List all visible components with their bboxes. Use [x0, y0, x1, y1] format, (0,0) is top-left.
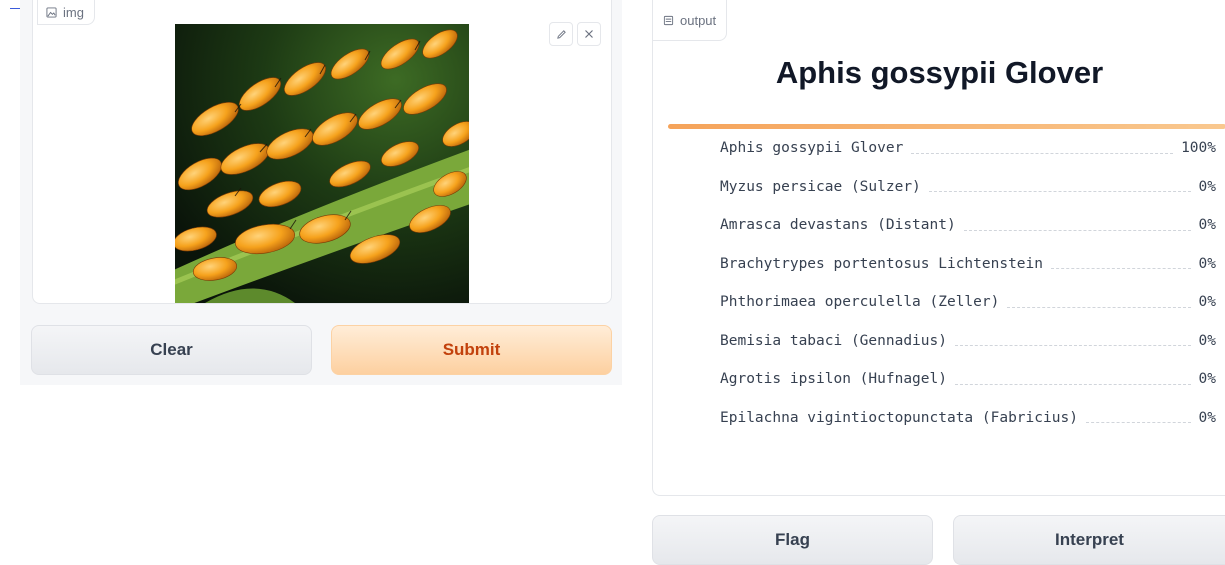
dotted-leader: [911, 152, 1174, 154]
prediction-name: Agrotis ipsilon (Hufnagel): [720, 371, 947, 388]
prediction-row: Myzus persicae (Sulzer) 0%: [668, 168, 1225, 207]
output-label: output: [653, 0, 728, 41]
prediction-name: Aphis gossypii Glover: [720, 140, 904, 157]
output-icon: [663, 15, 674, 25]
dotted-leader: [928, 191, 1191, 193]
dotted-leader: [1051, 268, 1191, 270]
prediction-percent: 0%: [1198, 217, 1216, 234]
prediction-list: Aphis gossypii Glover 100% Myzus persica…: [668, 124, 1225, 437]
prediction-name: Bemisia tabaci (Gennadius): [720, 332, 947, 349]
close-icon: [585, 30, 593, 38]
top-prediction-label: Aphis gossypii Glover: [775, 55, 1104, 90]
pencil-icon: [556, 29, 566, 39]
image-input-label: img: [37, 0, 95, 25]
dotted-leader: [954, 345, 1191, 347]
prediction-row: Epilachna vigintioctopunctata (Fabricius…: [668, 399, 1225, 438]
dotted-leader: [954, 383, 1191, 385]
image-input-label-text: img: [63, 4, 84, 20]
output-panel: output Aphis gossypii Glover Aphis gossy…: [652, 0, 1225, 496]
uploaded-image: [175, 24, 469, 303]
prediction-percent: 100%: [1181, 140, 1216, 157]
aphid-photo-illustration: [175, 24, 469, 303]
prediction-percent: 0%: [1198, 409, 1216, 426]
dotted-leader: [1085, 422, 1191, 424]
image-icon: [46, 6, 57, 18]
prediction-percent: 0%: [1198, 178, 1216, 195]
edit-image-button[interactable]: [549, 22, 573, 46]
prediction-name: Brachytrypes portentosus Lichtenstein: [720, 255, 1044, 272]
prediction-row: Amrasca devastans (Distant) 0%: [668, 206, 1225, 245]
dotted-leader: [963, 229, 1191, 231]
prediction-row: Bemisia tabaci (Gennadius) 0%: [668, 322, 1225, 361]
clear-button[interactable]: Clear: [31, 325, 312, 375]
dotted-leader: [1007, 306, 1191, 308]
prediction-percent: 0%: [1198, 294, 1216, 311]
output-label-text: output: [680, 12, 717, 28]
prediction-row: Brachytrypes portentosus Lichtenstein 0%: [668, 245, 1225, 284]
prediction-row: Agrotis ipsilon (Hufnagel) 0%: [668, 360, 1225, 399]
prediction-percent: 0%: [1198, 255, 1216, 272]
prediction-percent: 0%: [1198, 371, 1216, 388]
prediction-name: Phthorimaea operculella (Zeller): [720, 294, 1000, 311]
prediction-row: Aphis gossypii Glover 100%: [668, 129, 1225, 168]
interpret-button[interactable]: Interpret: [953, 515, 1225, 565]
submit-button[interactable]: Submit: [331, 325, 612, 375]
prediction-name: Amrasca devastans (Distant): [720, 217, 956, 234]
prediction-name: Myzus persicae (Sulzer): [720, 178, 921, 195]
prediction-row: Phthorimaea operculella (Zeller) 0%: [668, 283, 1225, 322]
prediction-name: Epilachna vigintioctopunctata (Fabricius…: [720, 409, 1078, 426]
flag-button[interactable]: Flag: [652, 515, 933, 565]
input-column: img Clear Submit: [20, 0, 622, 385]
remove-image-button[interactable]: [577, 22, 601, 46]
image-input-panel[interactable]: img: [32, 0, 612, 304]
prediction-percent: 0%: [1198, 332, 1216, 349]
